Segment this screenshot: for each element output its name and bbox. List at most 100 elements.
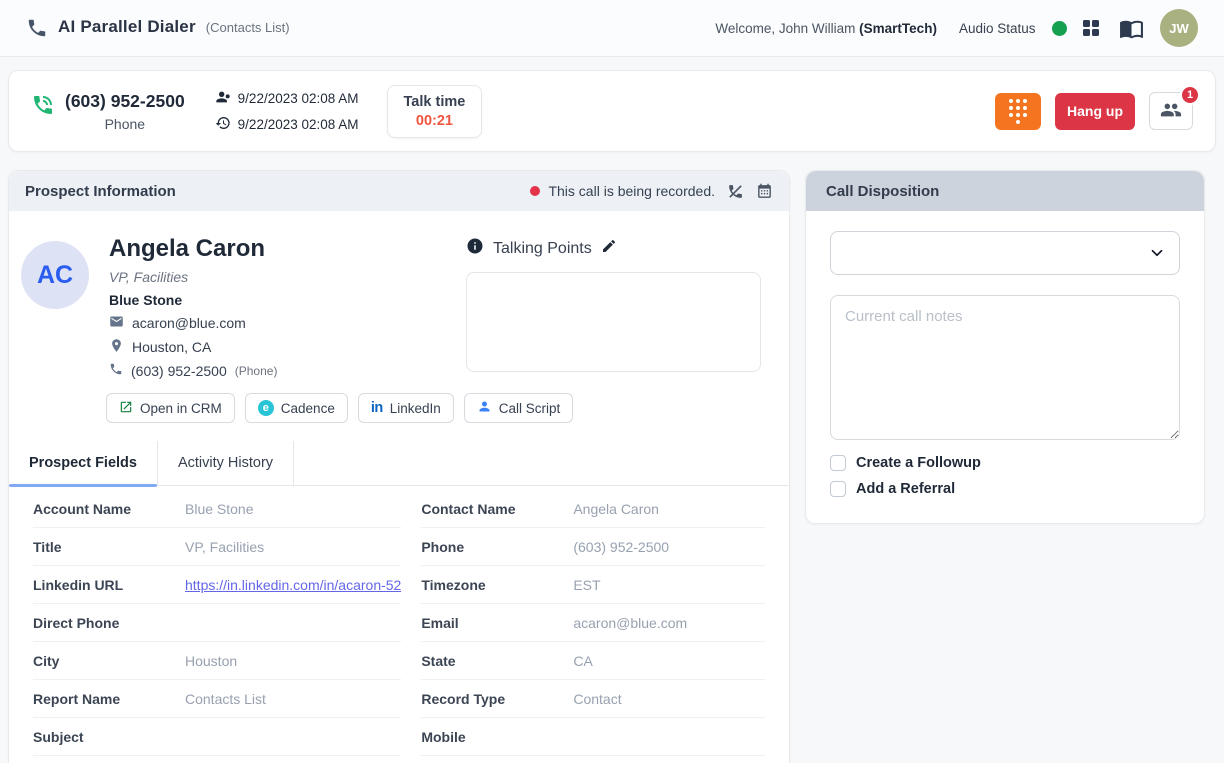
top-navbar: AI Parallel Dialer (Contacts List) Welco… (0, 0, 1224, 57)
phone-slash-icon[interactable] (727, 183, 744, 200)
person-icon (477, 399, 492, 417)
talk-time-value: 00:21 (404, 113, 466, 129)
field-row-city: City Houston (33, 642, 401, 680)
call-phone-number: (603) 952-2500 (65, 91, 185, 112)
location-pin-icon (109, 338, 124, 356)
recording-notice: This call is being recorded. (548, 183, 715, 199)
history-icon (215, 115, 231, 134)
history-datetime: 9/22/2023 02:08 AM (238, 117, 359, 132)
audio-status-dot (1052, 21, 1067, 36)
prospect-information-panel: Prospect Information This call is being … (8, 170, 790, 763)
field-row-direct-phone: Direct Phone (33, 604, 401, 642)
user-avatar[interactable]: JW (1160, 9, 1198, 47)
prospect-fields-grid: Account Name Blue Stone Title VP, Facili… (9, 486, 789, 756)
phone-icon (26, 17, 48, 39)
recording-dot (530, 186, 540, 196)
field-row-mobile: Mobile (421, 718, 765, 756)
cadence-icon: e (258, 400, 274, 416)
disposition-panel-title: Call Disposition (826, 183, 939, 200)
participants-badge: 1 (1180, 85, 1200, 105)
call-dates: 9/22/2023 02:08 AM 9/22/2023 02:08 AM (215, 89, 359, 134)
linkedin-label: LinkedIn (390, 401, 441, 416)
prospect-panel-header: Prospect Information This call is being … (9, 171, 789, 211)
apps-grid-icon[interactable] (1083, 20, 1100, 37)
create-followup-checkbox[interactable] (830, 455, 846, 471)
contact-name: Angela Caron (109, 235, 466, 263)
app-title: AI Parallel Dialer (58, 17, 196, 37)
field-row-state: State CA (421, 642, 765, 680)
contact-company: Blue Stone (109, 292, 466, 308)
external-link-icon (119, 400, 133, 417)
info-icon[interactable] (466, 237, 484, 260)
calendar-icon[interactable] (756, 183, 773, 200)
field-row-account-name: Account Name Blue Stone (33, 490, 401, 528)
talking-points-label: Talking Points (493, 240, 592, 258)
dialpad-button[interactable] (995, 93, 1041, 130)
call-notes-textarea[interactable] (830, 295, 1180, 440)
contact-datetime: 9/22/2023 02:08 AM (238, 91, 359, 106)
cadence-label: Cadence (281, 401, 335, 416)
contact-added-icon (215, 89, 231, 108)
add-referral-row: Add a Referral (830, 481, 1180, 497)
tab-prospect-fields[interactable]: Prospect Fields (9, 441, 158, 485)
fields-column-right: Contact Name Angela Caron Phone (603) 95… (421, 490, 765, 756)
active-call-bar: (603) 952-2500 Phone 9/22/2023 02:08 AM … (8, 70, 1216, 152)
call-script-label: Call Script (499, 401, 561, 416)
open-in-crm-button[interactable]: Open in CRM (106, 393, 235, 423)
cadence-button[interactable]: e Cadence (245, 393, 348, 423)
linkedin-button[interactable]: in LinkedIn (358, 393, 454, 423)
prospect-panel-title: Prospect Information (25, 183, 176, 200)
create-followup-label: Create a Followup (856, 455, 981, 471)
open-book-icon[interactable] (1119, 16, 1144, 41)
contact-phone: (603) 952-2500 (131, 363, 227, 379)
open-in-crm-label: Open in CRM (140, 401, 222, 416)
add-referral-checkbox[interactable] (830, 481, 846, 497)
phone-in-talk-icon (31, 93, 55, 122)
talking-points-content (466, 272, 761, 372)
hang-up-button[interactable]: Hang up (1055, 93, 1135, 130)
field-row-title: Title VP, Facilities (33, 528, 401, 566)
field-row-email: Email acaron@blue.com (421, 604, 765, 642)
disposition-panel-header: Call Disposition (806, 171, 1204, 211)
call-number-group: (603) 952-2500 Phone (31, 91, 185, 132)
dialpad-icon (1009, 99, 1027, 124)
audio-status-label: Audio Status (959, 21, 1036, 36)
brand: AI Parallel Dialer (Contacts List) (26, 17, 290, 39)
phone-icon (109, 362, 123, 379)
tab-activity-history[interactable]: Activity History (158, 441, 294, 485)
talk-time-label: Talk time (404, 94, 466, 110)
pencil-icon[interactable] (601, 238, 617, 259)
app-subtitle: (Contacts List) (206, 20, 290, 35)
group-icon (1160, 99, 1182, 124)
create-followup-row: Create a Followup (830, 455, 1180, 471)
field-row-contact-name: Contact Name Angela Caron (421, 490, 765, 528)
mail-icon (109, 314, 124, 332)
contact-location: Houston, CA (132, 339, 211, 355)
prospect-tabs: Prospect Fields Activity History (9, 441, 789, 486)
talking-points-block: Talking Points (466, 235, 761, 379)
disposition-select[interactable] (830, 231, 1180, 275)
field-row-phone: Phone (603) 952-2500 (421, 528, 765, 566)
contact-job-title: VP, Facilities (109, 269, 466, 285)
call-script-button[interactable]: Call Script (464, 393, 574, 423)
call-disposition-panel: Call Disposition Create a Followup Add a… (805, 170, 1205, 524)
talk-time-box: Talk time 00:21 (387, 85, 483, 138)
field-row-report-name: Report Name Contacts List (33, 680, 401, 718)
call-line-label: Phone (65, 116, 185, 132)
linkedin-url-link[interactable]: https://in.linkedin.com/in/acaron-52 (185, 577, 401, 593)
contact-avatar: AC (21, 241, 89, 309)
app-screen: AI Parallel Dialer (Contacts List) Welco… (0, 0, 1224, 763)
contact-phone-suffix: (Phone) (235, 364, 278, 378)
field-row-record-type: Record Type Contact (421, 680, 765, 718)
add-referral-label: Add a Referral (856, 481, 955, 497)
contact-actions: Open in CRM e Cadence in LinkedIn Call S… (9, 379, 789, 423)
linkedin-icon: in (371, 400, 383, 416)
welcome-text: Welcome, John William (SmartTech) (715, 21, 937, 36)
participants-button[interactable]: 1 (1149, 92, 1193, 130)
field-row-linkedin-url: Linkedin URL https://in.linkedin.com/in/… (33, 566, 401, 604)
field-row-subject: Subject (33, 718, 401, 756)
field-row-timezone: Timezone EST (421, 566, 765, 604)
contact-section: AC Angela Caron VP, Facilities Blue Ston… (9, 211, 789, 379)
contact-email: acaron@blue.com (132, 315, 246, 331)
fields-column-left: Account Name Blue Stone Title VP, Facili… (33, 490, 401, 756)
